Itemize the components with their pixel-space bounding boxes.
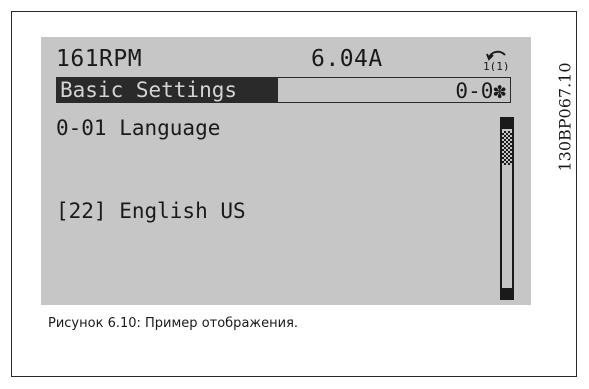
- figure-caption: Рисунок 6.10: Пример отображения.: [48, 316, 299, 331]
- menu-code: 0-0✽: [455, 79, 506, 103]
- figure-id-text: 130BP067.10: [555, 62, 575, 172]
- status-icon-text: 1(1): [483, 60, 510, 71]
- scroll-thumb: [502, 131, 512, 165]
- scroll-up-icon: [502, 119, 512, 129]
- scrollbar: [500, 117, 514, 300]
- lcd-display: 161RPM 6.04A 1(1) Basic Settings 0-0✽ 0-…: [41, 37, 531, 305]
- current-readout: 6.04A: [311, 46, 383, 72]
- menu-header: Basic Settings 0-0✽: [56, 77, 511, 103]
- parameter-name: 0-01 Language: [56, 116, 221, 140]
- speed-readout: 161RPM: [56, 46, 143, 72]
- parameter-value: [22] English US: [56, 199, 246, 223]
- figure-id-label: 130BP067.10: [555, 32, 575, 202]
- menu-title: Basic Settings: [60, 78, 238, 102]
- menu-title-highlight: Basic Settings: [56, 77, 278, 103]
- scroll-down-icon: [502, 288, 512, 298]
- menu-header-outline: 0-0✽: [278, 77, 511, 103]
- motor-rotation-icon: 1(1): [483, 50, 510, 71]
